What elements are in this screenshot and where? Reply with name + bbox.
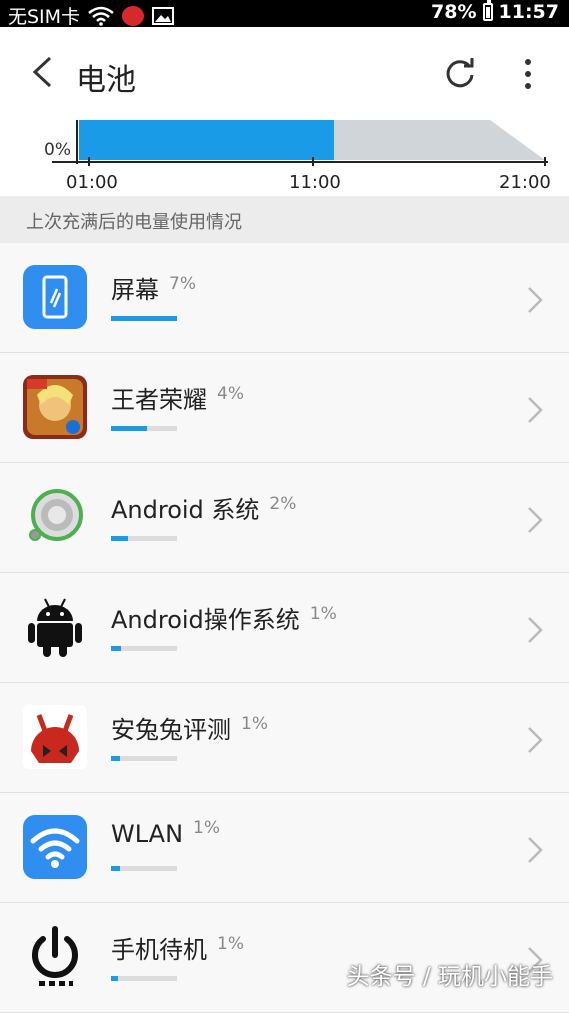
app-percent: 7% — [169, 274, 196, 294]
page-title: 电池 — [76, 63, 136, 98]
app-bar: 电池 — [0, 27, 569, 120]
wifi-icon — [88, 6, 114, 26]
usage-bar — [111, 756, 177, 761]
chart-tick-label: 21:00 — [499, 172, 551, 193]
back-arrow-icon[interactable] — [30, 55, 54, 89]
chart-tick-label: 11:00 — [289, 172, 341, 193]
list-item-antutu[interactable]: 安兔兔评测 1% — [0, 683, 569, 793]
app-percent: 1% — [193, 818, 221, 838]
usage-bar — [111, 646, 177, 651]
app-percent: 1% — [217, 934, 244, 954]
app-name: Android 系统 2% — [111, 494, 297, 524]
list-item-android-os[interactable]: Android操作系统 1% — [0, 573, 569, 683]
usage-bar — [111, 976, 177, 981]
chart-used-area — [79, 120, 334, 160]
battery-percent: 78% — [431, 1, 477, 23]
app-name: 手机待机 1% — [111, 934, 244, 964]
chart-tick-label: 01:00 — [66, 172, 118, 193]
image-notification-icon — [152, 6, 175, 25]
app-name: Android操作系统 1% — [111, 604, 337, 634]
battery-icon — [482, 0, 493, 21]
battery-usage-chart: 0% 01:00 11:00 21:00 — [0, 120, 569, 196]
more-options-icon[interactable] — [520, 57, 536, 91]
list-item-wlan[interactable]: WLAN 1% — [0, 793, 569, 903]
watermark: 头条号 / 玩机小能手 — [346, 964, 553, 990]
android-os-icon — [28, 598, 82, 657]
app-percent: 1% — [309, 604, 337, 624]
chevron-right-icon — [528, 617, 543, 643]
chart-estimate-area — [334, 120, 545, 160]
notification-app-icon — [122, 5, 145, 26]
list-item-android-system[interactable]: Android 系统 2% — [0, 463, 569, 573]
app-name: 屏幕 7% — [111, 274, 196, 304]
clock: 11:57 — [498, 1, 559, 23]
app-percent: 1% — [241, 714, 268, 734]
chevron-right-icon — [528, 507, 543, 533]
screen-icon — [23, 265, 87, 329]
app-name: WLAN 1% — [111, 818, 221, 848]
android-system-icon — [29, 489, 83, 541]
chevron-right-icon — [528, 397, 543, 423]
game-icon — [23, 375, 87, 439]
list-item-game[interactable]: 王者荣耀 4% — [0, 353, 569, 463]
chart-graph — [52, 120, 548, 166]
app-percent: 2% — [269, 494, 297, 514]
section-header: 上次充满后的电量使用情况 — [0, 196, 569, 243]
chevron-right-icon — [528, 727, 543, 753]
carrier-label: 无SIM卡 — [8, 6, 81, 28]
status-bar: 无SIM卡 78% 11:57 — [0, 0, 569, 28]
wlan-icon — [23, 815, 87, 879]
antutu-icon — [23, 705, 87, 769]
app-name: 安兔兔评测 1% — [111, 714, 268, 744]
app-usage-list: 屏幕 7% 王者荣耀 4% Android 系统 2% Android操作系统 … — [0, 243, 569, 1013]
refresh-icon[interactable] — [444, 57, 476, 89]
chevron-right-icon — [528, 287, 543, 313]
chevron-right-icon — [528, 837, 543, 863]
app-percent: 4% — [217, 384, 244, 404]
app-name: 王者荣耀 4% — [111, 384, 244, 414]
usage-bar — [111, 536, 177, 541]
usage-bar — [111, 316, 177, 321]
list-item-screen[interactable]: 屏幕 7% — [0, 243, 569, 353]
section-label: 上次充满后的电量使用情况 — [26, 212, 242, 233]
standby-icon — [32, 926, 78, 986]
usage-bar — [111, 426, 177, 431]
usage-bar — [111, 866, 177, 871]
